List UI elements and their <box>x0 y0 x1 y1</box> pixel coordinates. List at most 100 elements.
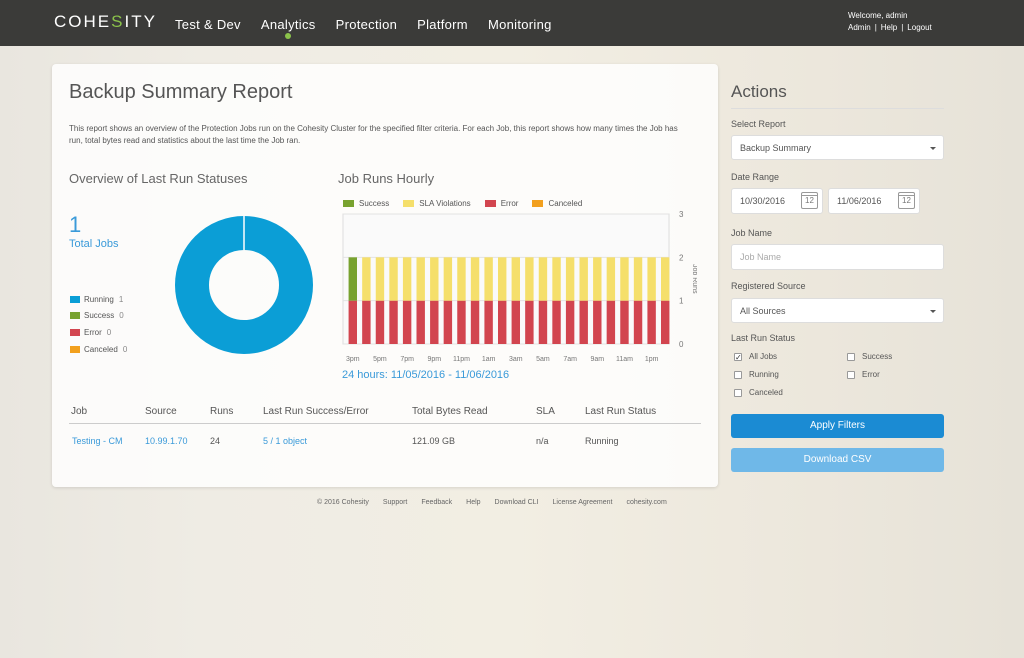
x-tick-label: 1am <box>482 356 496 363</box>
success-swatch <box>70 312 80 320</box>
bar-error <box>606 300 616 344</box>
user-links: Admin | Help | Logout <box>848 22 932 34</box>
nav-test-dev[interactable]: Test & Dev <box>175 0 241 46</box>
registered-source-label: Registered Source <box>731 281 806 291</box>
bar-sla-violations <box>457 257 466 301</box>
footer-support-link[interactable]: Support <box>383 499 408 506</box>
col-bytes: Total Bytes Read <box>412 406 488 417</box>
legend-count: 0 <box>106 327 112 337</box>
bar-error <box>375 300 385 344</box>
bar-sla-violations <box>375 257 385 301</box>
job-name-link[interactable]: Testing - CM <box>72 436 123 446</box>
y-tick-label: 3 <box>679 210 684 219</box>
checkbox-label: Canceled <box>749 388 783 397</box>
date-from-value: 10/30/2016 <box>740 196 786 206</box>
checkbox-running[interactable]: Running <box>734 370 779 379</box>
legend-label: Success <box>359 199 390 208</box>
footer-feedback-link[interactable]: Feedback <box>421 499 452 506</box>
date-from-input[interactable]: 10/30/2016 12 <box>731 188 823 214</box>
download-csv-button[interactable]: Download CSV <box>731 448 944 472</box>
checkbox-canceled[interactable]: Canceled <box>734 388 783 397</box>
bar-error <box>633 300 643 344</box>
bar-sla-violations <box>389 257 398 301</box>
select-report-dropdown[interactable]: Backup Summary <box>731 135 944 160</box>
col-runs: Runs <box>210 406 234 417</box>
admin-link[interactable]: Admin <box>848 23 871 32</box>
last-run-link[interactable]: 5 / 1 object <box>263 436 307 446</box>
checkbox-all-jobs[interactable]: ✓ All Jobs <box>734 352 777 361</box>
registered-source-dropdown[interactable]: All Sources <box>731 298 944 323</box>
footer-license-link[interactable]: License Agreement <box>553 499 613 506</box>
error-swatch <box>70 328 80 336</box>
legend-label: Canceled <box>548 199 583 208</box>
total-jobs-label: Total Jobs <box>69 238 119 250</box>
apply-filters-button[interactable]: Apply Filters <box>731 414 944 438</box>
date-to-value: 11/06/2016 <box>837 196 882 206</box>
checkbox-checked-icon[interactable]: ✓ <box>734 352 742 361</box>
nav-protection[interactable]: Protection <box>336 0 398 46</box>
runs-value: 24 <box>210 436 221 446</box>
footer-download-cli-link[interactable]: Download CLI <box>495 499 539 506</box>
nav-platform[interactable]: Platform <box>417 0 468 46</box>
bar-sla-violations <box>633 257 643 301</box>
cohesity-logo[interactable]: COHESITY <box>54 12 157 32</box>
date-range-label: Date Range <box>731 172 780 182</box>
canceled-swatch <box>70 345 80 353</box>
calendar-icon[interactable]: 12 <box>801 192 818 209</box>
footer-website-link[interactable]: cohesity.com <box>626 499 666 506</box>
running-swatch <box>70 295 80 303</box>
total-jobs-count: 1 <box>69 212 82 237</box>
bar-error <box>497 300 507 344</box>
checkbox-label: All Jobs <box>749 352 778 361</box>
status-value: Running <box>585 436 619 446</box>
source-link[interactable]: 10.99.1.70 <box>145 436 188 446</box>
x-tick-label: 11am <box>616 356 633 363</box>
checkbox-icon[interactable] <box>734 388 742 397</box>
legend-count: 1 <box>118 294 124 304</box>
footer-help-link[interactable]: Help <box>466 499 480 506</box>
bar-error <box>389 300 398 344</box>
legend-canceled: Canceled 0 <box>70 341 127 358</box>
checkbox-success[interactable]: Success <box>847 352 892 361</box>
bar-sla-violations <box>470 257 480 301</box>
bar-error <box>443 300 453 344</box>
report-description: This report shows an overview of the Pro… <box>69 124 678 145</box>
bar-error <box>579 300 588 344</box>
checkbox-icon[interactable] <box>847 370 855 379</box>
bar-sla-violations <box>511 257 521 301</box>
actions-sidebar: Actions Select Report Backup Summary Dat… <box>731 82 944 472</box>
logout-link[interactable]: Logout <box>907 23 931 32</box>
nav-analytics[interactable]: Analytics <box>261 0 316 46</box>
legend-success: Success <box>343 199 389 208</box>
checkbox-label: Success <box>862 352 893 361</box>
y-tick-label: 1 <box>679 297 684 306</box>
bar-error <box>430 300 439 344</box>
legend-canceled: Canceled <box>532 199 582 208</box>
main-nav: Test & Dev Analytics Protection Platform… <box>175 0 572 46</box>
legend-label: Error <box>500 199 519 208</box>
bar-sla-violations <box>647 257 656 301</box>
calendar-icon[interactable]: 12 <box>898 192 915 209</box>
checkbox-icon[interactable] <box>734 370 742 379</box>
success-swatch <box>343 200 354 207</box>
bar-error <box>538 300 548 344</box>
bar-sla-violations <box>497 257 507 301</box>
status-legend: Running 1 Success 0 Error 0 Canceled 0 <box>70 291 127 357</box>
bar-sla-violations <box>362 257 371 301</box>
checkbox-icon[interactable] <box>847 352 855 361</box>
footer: © 2016 Cohesity Support Feedback Help Do… <box>317 499 681 506</box>
x-tick-label: 1pm <box>645 356 659 363</box>
help-link[interactable]: Help <box>881 23 897 32</box>
bar-sla-violations <box>525 257 534 301</box>
bar-sla-violations <box>579 257 588 301</box>
job-name-input[interactable] <box>731 244 944 270</box>
chart-date-range: 24 hours: 11/05/2016 - 11/06/2016 <box>342 369 510 381</box>
last-run-status-label: Last Run Status <box>731 333 796 343</box>
nav-monitoring[interactable]: Monitoring <box>488 0 552 46</box>
chevron-down-icon <box>930 147 936 150</box>
checkbox-error[interactable]: Error <box>847 370 880 379</box>
error-swatch <box>484 200 496 207</box>
job-runs-hourly-chart: 0 1 2 3 Job Runs 3pm 5pm 7pm 9pm 11pm 1am 3am 5am 7am… <box>342 210 697 363</box>
date-to-input[interactable]: 11/06/2016 12 <box>828 188 920 214</box>
status-donut-chart <box>175 216 313 354</box>
